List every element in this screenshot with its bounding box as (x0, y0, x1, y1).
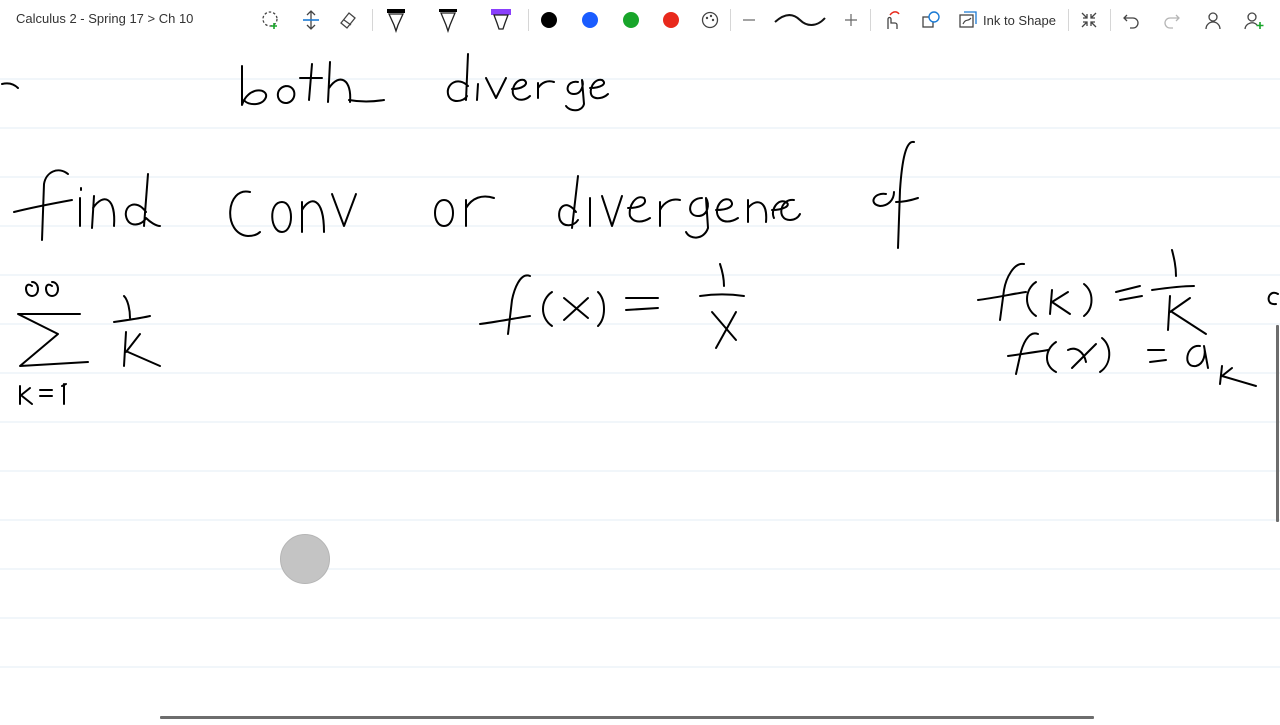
ink-line-find-conv-divergence (13, 140, 919, 249)
eraser-icon[interactable] (336, 4, 360, 36)
stroke-width-preview-icon (772, 4, 828, 36)
redo-icon[interactable] (1160, 4, 1184, 36)
ink-eq-fk-equals-a-sub-k (1007, 332, 1257, 387)
ink-eq-fx-equals-1-over-x (479, 263, 745, 349)
highlighter-icon[interactable] (488, 4, 514, 36)
color-blue-button[interactable] (580, 4, 600, 36)
color-red-button[interactable] (661, 4, 681, 36)
pen-cursor (280, 534, 330, 584)
color-swatch (623, 12, 639, 28)
black-pen-icon[interactable] (384, 4, 408, 36)
color-swatch (663, 12, 679, 28)
toolbar-divider (1068, 9, 1069, 31)
ink-eq-fk-equals-1-over-k (977, 249, 1279, 335)
color-black-button[interactable] (539, 4, 559, 36)
toolbar: Calculus 2 - Spring 17 > Ch 10 Ink to Sh… (0, 0, 1280, 40)
toolbar-divider (730, 9, 731, 31)
shapes-icon[interactable] (919, 4, 943, 36)
toolbar-divider (372, 9, 373, 31)
ink-to-shape-button[interactable]: Ink to Shape (958, 4, 1058, 36)
ink-to-shape-label: Ink to Shape (983, 12, 1056, 28)
horizontal-scrollbar[interactable] (160, 716, 1094, 719)
ink-fragment (1, 82, 19, 89)
toolbar-divider (1110, 9, 1111, 31)
color-green-button[interactable] (621, 4, 641, 36)
share-add-person-icon[interactable] (1242, 4, 1266, 36)
note-canvas[interactable] (0, 40, 1280, 720)
touch-drawing-icon[interactable] (879, 4, 903, 36)
undo-icon[interactable] (1119, 4, 1143, 36)
color-swatch (541, 12, 557, 28)
ink-line-both-diverge (241, 53, 609, 112)
lasso-select-icon[interactable] (259, 4, 283, 36)
ruled-lines (0, 78, 1280, 668)
fit-to-screen-icon[interactable] (1077, 4, 1101, 36)
color-swatch (582, 12, 598, 28)
fine-pen-icon[interactable] (436, 4, 460, 36)
thinner-stroke-icon[interactable] (739, 4, 759, 36)
thicker-stroke-icon[interactable] (841, 4, 861, 36)
ink-sum-k-equals-1-to-infinity-of-1-over-k (17, 281, 161, 405)
ruled-page (0, 53, 1280, 668)
toolbar-divider (528, 9, 529, 31)
account-icon[interactable] (1201, 4, 1225, 36)
vertical-scrollbar[interactable] (1276, 325, 1279, 522)
add-space-icon[interactable] (299, 4, 323, 36)
ink-to-shape-icon (959, 11, 977, 28)
palette-icon[interactable] (699, 4, 721, 36)
toolbar-divider (870, 9, 871, 31)
breadcrumb[interactable]: Calculus 2 - Spring 17 > Ch 10 (16, 11, 193, 26)
